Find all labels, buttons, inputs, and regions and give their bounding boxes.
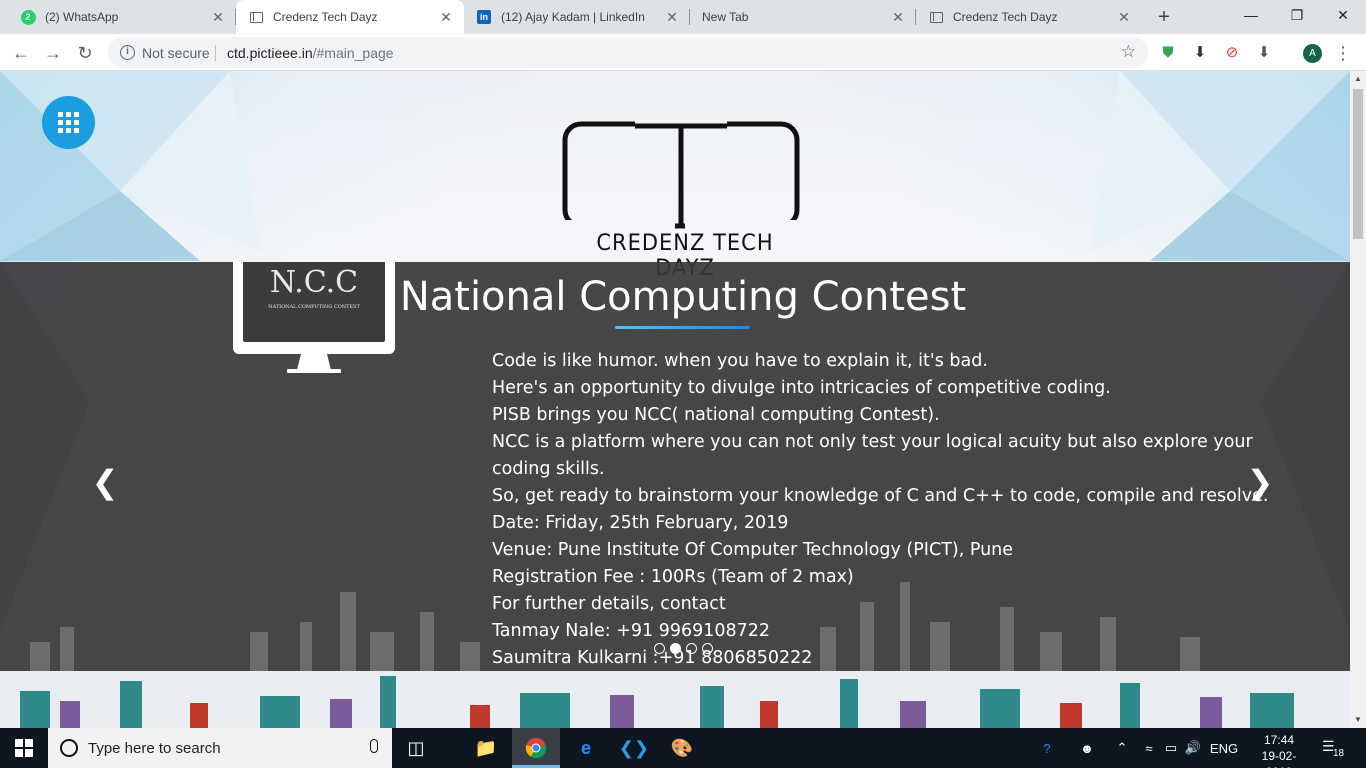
scroll-up-arrow[interactable]: ▲	[1350, 71, 1366, 87]
slide-title: National Computing Contest	[399, 274, 967, 320]
system-clock[interactable]: 17:44 19-02-2019	[1249, 732, 1309, 768]
tab-credenz-active[interactable]: Credenz Tech Dayz ✕	[236, 0, 464, 34]
clock-date: 19-02-2019	[1261, 749, 1297, 768]
slide-line: Venue: Pune Institute Of Computer Techno…	[492, 540, 1014, 560]
minimize-button[interactable]: —	[1228, 0, 1274, 30]
monitor-small-text: NATIONAL COMPUTING CONTEST	[268, 304, 361, 310]
close-tab-icon[interactable]: ✕	[438, 9, 454, 25]
start-button[interactable]	[0, 728, 48, 768]
url-host: ctd.pictieee.in	[227, 45, 313, 61]
bookmark-star-icon[interactable]: ☆	[1121, 42, 1136, 62]
microphone-icon[interactable]	[370, 739, 378, 753]
blocker-extension-icon[interactable]: ⊘	[1222, 43, 1242, 63]
tab-new-tab[interactable]: New Tab ✕	[690, 0, 916, 34]
browser-toolbar: ← → ↻ i Not secure ctd.pictieee.in/#main…	[0, 34, 1366, 71]
event-carousel-slide: National Computing Contest ❮ ❯ N.C.C NAT…	[0, 262, 1350, 689]
tab-credenz-2[interactable]: Credenz Tech Dayz ✕	[916, 0, 1142, 34]
address-bar[interactable]: i Not secure ctd.pictieee.in/#main_page …	[108, 37, 1148, 68]
close-tab-icon[interactable]: ✕	[664, 9, 680, 25]
download-manager-icon[interactable]: ⬇	[1254, 43, 1274, 63]
slide-description: Code is like humor. when you have to exp…	[492, 348, 1272, 672]
tab-label: Credenz Tech Dayz	[953, 10, 1058, 24]
linkedin-icon: in	[476, 9, 492, 25]
page-icon	[248, 9, 264, 25]
taskbar-search-box[interactable]: Type here to search	[48, 728, 392, 768]
tab-linkedin[interactable]: in (12) Ajay Kadam | LinkedIn ✕	[464, 0, 690, 34]
footer-skyline-image	[0, 671, 1350, 728]
page-viewport: CREDENZ TECH DAYZ National Computing Con…	[0, 71, 1350, 728]
carousel-dot[interactable]	[686, 643, 697, 654]
new-tab-button[interactable]: +	[1152, 6, 1176, 28]
whatsapp-icon: 2	[20, 9, 36, 25]
windows-logo-icon	[15, 739, 33, 757]
slide-line: Saumitra Kulkarni :+91 8806850222	[492, 648, 813, 668]
profile-avatar[interactable]: A	[1303, 44, 1322, 63]
language-indicator[interactable]: ENG	[1206, 728, 1242, 768]
page-icon	[928, 9, 944, 25]
ncc-monitor-image: N.C.C NATIONAL COMPUTING CONTEST	[233, 262, 395, 373]
reload-button[interactable]: ↻	[72, 40, 98, 66]
search-placeholder: Type here to search	[88, 740, 221, 757]
carousel-indicators	[654, 643, 713, 654]
slide-line: So, get ready to brainstorm your knowled…	[492, 486, 1269, 506]
close-tab-icon[interactable]: ✕	[1116, 9, 1132, 25]
tab-whatsapp[interactable]: 2 (2) WhatsApp ✕	[8, 0, 236, 34]
people-icon[interactable]: ☻	[1076, 728, 1098, 768]
tray-expand-icon[interactable]: ⌃	[1112, 728, 1132, 768]
close-tab-icon[interactable]: ✕	[210, 9, 226, 25]
url-text[interactable]: ctd.pictieee.in/#main_page	[227, 45, 394, 61]
volume-icon[interactable]: 🔊	[1182, 728, 1204, 768]
scroll-down-arrow[interactable]: ▼	[1350, 712, 1366, 728]
close-tab-icon[interactable]: ✕	[890, 9, 906, 25]
tab-label: (12) Ajay Kadam | LinkedIn	[501, 10, 645, 24]
slide-line: For further details, contact	[492, 594, 726, 614]
help-icon[interactable]: ?	[1034, 728, 1060, 768]
restore-button[interactable]: ❐	[1274, 0, 1320, 30]
tab-label: (2) WhatsApp	[45, 10, 119, 24]
task-view-icon[interactable]: ◫	[392, 728, 440, 768]
url-path: /#main_page	[312, 45, 394, 61]
notification-count-badge: 18	[1333, 748, 1345, 759]
slide-line: Tanmay Nale: +91 9969108722	[492, 621, 771, 641]
slide-line: Here's an opportunity to divulge into in…	[492, 378, 1111, 398]
edge-icon[interactable]: e	[562, 728, 610, 768]
windows-taskbar: Type here to search ◫ 📁 e ❮❯ 🎨 ? ☻ ⌃ ≈ ▭…	[0, 728, 1366, 768]
back-button[interactable]: ←	[8, 40, 34, 66]
browser-menu-icon[interactable]: ⋮	[1334, 40, 1352, 66]
title-underline	[615, 326, 750, 329]
battery-icon[interactable]: ▭	[1160, 728, 1182, 768]
clock-time: 17:44	[1263, 733, 1295, 747]
slide-line: Registration Fee : 100Rs (Team of 2 max)	[492, 567, 854, 587]
wifi-icon[interactable]: ≈	[1138, 728, 1160, 768]
slide-line: Date: Friday, 25th February, 2019	[492, 513, 789, 533]
tab-strip: 2 (2) WhatsApp ✕ Credenz Tech Dayz ✕ in …	[0, 0, 1366, 34]
info-icon[interactable]: i	[120, 45, 135, 60]
carousel-dot-active[interactable]	[670, 643, 681, 654]
forward-button[interactable]: →	[40, 40, 66, 66]
paint-icon[interactable]: 🎨	[658, 728, 706, 768]
grid-icon	[58, 112, 79, 133]
close-window-button[interactable]: ✕	[1320, 0, 1366, 30]
slide-line: PISB brings you NCC( national computing …	[492, 405, 940, 425]
chrome-icon	[525, 738, 547, 759]
carousel-prev-button[interactable]: ❮	[90, 462, 120, 502]
security-label: Not secure	[142, 45, 210, 61]
tab-label: New Tab	[702, 10, 749, 24]
monitor-big-text: N.C.C	[270, 265, 358, 300]
app-grid-menu-button[interactable]	[42, 96, 95, 149]
file-explorer-icon[interactable]: 📁	[462, 728, 510, 768]
tab-label: Credenz Tech Dayz	[273, 10, 378, 24]
slide-line: NCC is a platform where you can not only…	[492, 432, 1253, 479]
url-divider	[215, 45, 216, 61]
cortana-icon	[60, 739, 78, 757]
download-icon[interactable]: ⬇	[1190, 43, 1210, 63]
extension-shield-icon[interactable]: ⛊	[1158, 43, 1178, 63]
scroll-thumb[interactable]	[1353, 89, 1363, 239]
carousel-dot[interactable]	[702, 643, 713, 654]
carousel-dot[interactable]	[654, 643, 665, 654]
chrome-taskbar-icon[interactable]	[512, 728, 560, 768]
slide-line: Code is like humor. when you have to exp…	[492, 351, 988, 371]
page-scrollbar[interactable]: ▲ ▼	[1350, 71, 1366, 728]
vscode-icon[interactable]: ❮❯	[610, 728, 658, 768]
